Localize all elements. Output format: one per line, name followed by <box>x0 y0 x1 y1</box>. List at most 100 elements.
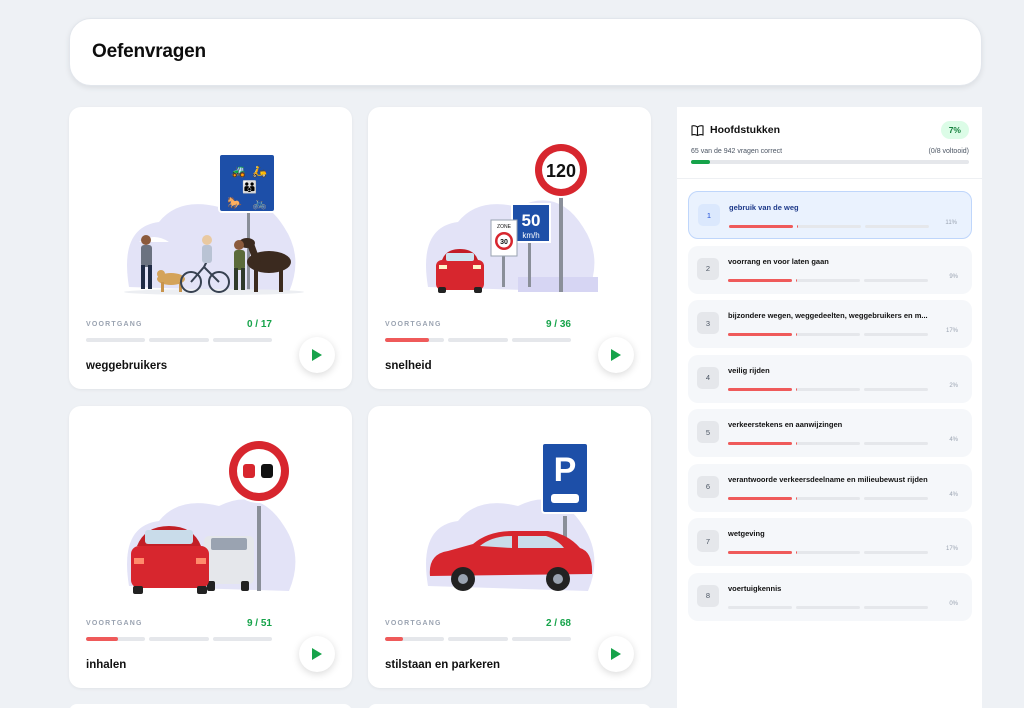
progress-segment <box>511 338 571 342</box>
road-users-scene-icon: 🚜 🛵 👪 🐎 🚲 <box>124 153 304 295</box>
topic-title: snelheid <box>385 360 432 372</box>
progress-segment <box>212 338 272 342</box>
progress-segment <box>728 551 792 554</box>
chapter-name: voertuigkennis <box>728 583 782 593</box>
chapter-name: wetgeving <box>728 529 765 538</box>
progress-segment <box>865 225 929 228</box>
progress-segment <box>86 338 146 342</box>
topic-title: stilstaan en parkeren <box>385 659 501 671</box>
progress-fill <box>796 551 798 554</box>
progress-fill <box>728 496 792 500</box>
progress-label: VOORTGANG <box>385 620 442 627</box>
chapter-percent: 17% <box>945 546 958 552</box>
chapter-item-8[interactable]: 8 voertuigkennis 0% <box>688 572 972 621</box>
chapter-progress-bar <box>728 605 928 609</box>
chapter-progress-bar <box>728 551 928 554</box>
chapter-number: 5 <box>697 421 719 443</box>
progress-fill <box>796 278 798 282</box>
progress-fill <box>796 333 798 336</box>
progress-segment <box>149 338 209 342</box>
play-button[interactable] <box>299 337 335 373</box>
progress-segment <box>728 333 792 336</box>
chapter-progress-bar <box>728 442 928 445</box>
chapter-name: veilig rijden <box>728 365 770 375</box>
correct-summary: 65 van de 942 vragen correct <box>691 148 783 155</box>
progress-segment <box>796 442 860 445</box>
progress-fill <box>797 225 799 228</box>
progress-segment <box>796 278 860 282</box>
progress-segment <box>864 387 928 391</box>
page-title: Oefenvragen <box>92 41 206 62</box>
topic-card-snelheid[interactable]: 120 50 km/h ZONE 30 VOORTGANG 9 / 36 sne… <box>368 107 651 389</box>
progress-label: VOORTGANG <box>86 620 143 627</box>
progress-segment <box>86 637 146 641</box>
chapter-progress-bar <box>728 387 928 391</box>
topic-card-inhalen[interactable]: VOORTGANG 9 / 51 inhalen <box>69 406 352 688</box>
play-button[interactable] <box>299 636 335 672</box>
page-header: Oefenvragen <box>69 18 982 86</box>
chapter-number: 3 <box>697 312 719 334</box>
svg-text:km/h: km/h <box>522 231 539 240</box>
progress-fill <box>728 387 792 391</box>
play-button[interactable] <box>598 636 634 672</box>
progress-segment <box>212 637 272 641</box>
play-icon <box>611 648 621 660</box>
progress-count: 0 / 17 <box>246 319 272 330</box>
overall-progress-bar <box>691 160 969 164</box>
chapter-item-5[interactable]: 5 verkeerstekens en aanwijzingen 4% <box>688 409 972 457</box>
chapter-number: 2 <box>697 257 719 280</box>
chapter-percent: 17% <box>945 328 958 334</box>
topic-card-weggebruikers[interactable]: 🚜 🛵 👪 🐎 🚲 VOORTGANG 0 / 17 weggebruikers <box>69 107 352 389</box>
speed-signs-scene-icon: 120 50 km/h ZONE 30 <box>426 142 598 293</box>
chapter-percent: 2% <box>949 382 958 389</box>
play-icon <box>312 648 322 660</box>
progress-segment <box>864 333 928 336</box>
progress-bar <box>385 338 571 342</box>
chapter-number: 8 <box>697 584 719 607</box>
chapter-item-1[interactable]: 1 gebruik van de weg 11% <box>688 191 972 239</box>
svg-text:120: 120 <box>546 161 576 181</box>
completed-summary: (0/8 voltooid) <box>928 148 969 155</box>
progress-count: 9 / 51 <box>246 618 272 629</box>
progress-fill <box>728 551 792 554</box>
progress-fill <box>385 637 403 641</box>
svg-text:30: 30 <box>500 239 508 246</box>
progress-segment <box>796 387 860 391</box>
progress-count: 2 / 68 <box>545 618 571 629</box>
progress-segment <box>864 442 928 445</box>
chapter-item-6[interactable]: 6 verantwoorde verkeersdeelname en milieu… <box>688 463 972 512</box>
svg-text:👪: 👪 <box>242 180 257 194</box>
chapter-progress-bar <box>728 333 928 336</box>
progress-label: VOORTGANG <box>385 321 442 328</box>
chapter-item-2[interactable]: 2 voorrang en voor laten gaan 9% <box>688 245 972 294</box>
play-icon <box>312 349 322 361</box>
chapter-item-7[interactable]: 7 wetgeving 17% <box>688 518 972 566</box>
progress-segment <box>864 605 928 609</box>
progress-label: VOORTGANG <box>86 321 143 328</box>
overtaking-scene-icon <box>127 439 296 594</box>
svg-text:🐎: 🐎 <box>227 196 242 210</box>
progress-fill <box>728 442 792 445</box>
chapter-item-3[interactable]: 3 bijzondere wegen, weggedeelten, weggebr… <box>688 300 972 348</box>
topic-card-stilstaan-en-parkeren[interactable]: P VOORTGANG 2 / 68 stilstaan en parkeren <box>368 406 651 688</box>
chapter-number: 4 <box>697 366 719 389</box>
divider <box>677 178 982 179</box>
chapter-item-4[interactable]: 4 veilig rijden 2% <box>688 354 972 403</box>
progress-segment <box>864 278 928 282</box>
parking-scene-icon: P <box>426 442 595 591</box>
play-button[interactable] <box>598 337 634 373</box>
chapters-title: Hoofdstukken <box>710 124 781 136</box>
chapter-percent: 0% <box>949 600 958 607</box>
svg-text:P: P <box>554 451 577 489</box>
progress-fill <box>728 278 792 282</box>
topic-title: weggebruikers <box>86 360 168 372</box>
svg-text:50: 50 <box>522 211 541 230</box>
chapter-percent: 4% <box>949 491 958 498</box>
progress-segment <box>728 278 792 282</box>
progress-segment <box>448 338 508 342</box>
progress-bar <box>86 637 272 641</box>
progress-fill <box>729 225 793 228</box>
chapter-progress-bar <box>728 496 928 500</box>
progress-segment <box>728 496 792 500</box>
progress-segment <box>796 605 860 609</box>
